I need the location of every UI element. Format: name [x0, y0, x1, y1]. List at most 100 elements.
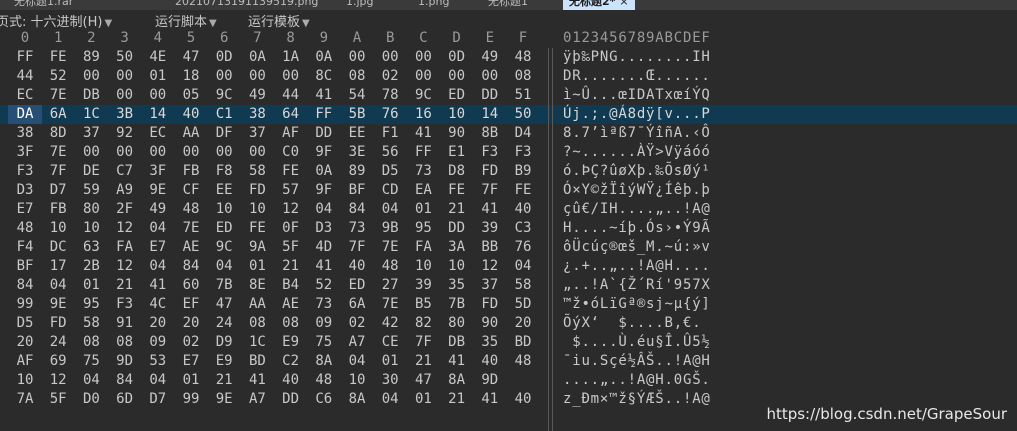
hex-byte[interactable]: 3A [440, 238, 474, 257]
hex-byte[interactable]: 5F [274, 238, 308, 257]
hex-byte[interactable]: 0A [307, 48, 341, 67]
hex-byte[interactable]: F3 [473, 143, 507, 162]
hex-byte[interactable]: 04 [373, 390, 407, 409]
hex-byte[interactable]: 04 [506, 257, 540, 276]
hex-byte[interactable]: DC [41, 238, 75, 257]
hex-byte[interactable]: 7E [41, 143, 75, 162]
hex-byte[interactable]: 39 [406, 276, 440, 295]
hex-byte[interactable]: 9F [307, 181, 341, 200]
hex-byte[interactable]: 50 [108, 48, 142, 67]
hex-byte[interactable]: 12 [108, 219, 142, 238]
hex-byte[interactable]: 12 [41, 371, 75, 390]
hex-byte[interactable]: 58 [74, 314, 108, 333]
hex-byte[interactable]: D7 [41, 181, 75, 200]
hex-byte[interactable]: 41 [473, 200, 507, 219]
hex-byte[interactable]: 9D [108, 352, 142, 371]
hex-byte[interactable]: FE [240, 219, 274, 238]
hex-byte[interactable]: 9D [473, 371, 507, 390]
hex-byte[interactable]: 01 [406, 200, 440, 219]
ascii-text[interactable]: ....„..!A@H.0GŠ. [563, 371, 711, 390]
hex-byte[interactable]: 49 [473, 48, 507, 67]
hex-byte[interactable]: E7 [8, 200, 42, 219]
hex-byte[interactable]: 8D [41, 124, 75, 143]
hex-byte[interactable]: 52 [41, 67, 75, 86]
hex-byte[interactable]: FE [41, 48, 75, 67]
hex-byte[interactable]: 30 [373, 371, 407, 390]
hex-byte[interactable]: 00 [406, 48, 440, 67]
hex-byte[interactable]: F3 [8, 162, 42, 181]
hex-byte[interactable]: 08 [506, 67, 540, 86]
hex-row[interactable]: 48 10 10 12 04 7E ED FE 0F D3 73 9B 95 DD 39 C3 H....~íþ… [0, 219, 1017, 238]
hex-byte[interactable]: 0A [240, 48, 274, 67]
hex-byte[interactable]: 44 [274, 86, 308, 105]
hex-byte[interactable]: 4C [141, 295, 175, 314]
hex-byte[interactable]: 12 [473, 257, 507, 276]
hex-byte[interactable]: CD [373, 181, 407, 200]
hex-byte[interactable]: 52 [307, 276, 341, 295]
hex-byte[interactable]: 37 [473, 276, 507, 295]
hex-byte[interactable]: 41 [141, 276, 175, 295]
hex-byte[interactable]: 01 [74, 276, 108, 295]
hex-byte[interactable]: D0 [74, 390, 108, 409]
ascii-text[interactable]: ôÜcúç®œš_M.~ú:»v [563, 238, 711, 257]
hex-byte[interactable]: 5D [506, 295, 540, 314]
hex-row[interactable]: D5 FD 58 91 20 20 24 08 08 09 02 42 82 80 90 20 ÕýX‘ $..… [0, 314, 1017, 333]
hex-byte[interactable]: 41 [307, 257, 341, 276]
hex-byte[interactable]: 9E [141, 181, 175, 200]
tab-untitled2[interactable]: 无标题2* × [563, 0, 635, 10]
format-dropdown[interactable]: 页式: 十六进制(H) ▼ [0, 11, 112, 30]
hex-byte[interactable]: F3 [506, 143, 540, 162]
hex-byte[interactable]: AE [174, 238, 208, 257]
hex-byte[interactable]: 8C [307, 67, 341, 86]
hex-byte[interactable]: 7A [8, 390, 42, 409]
hex-byte[interactable]: 04 [41, 276, 75, 295]
hex-byte[interactable]: 01 [240, 257, 274, 276]
hex-byte[interactable]: 14 [473, 105, 507, 124]
hex-byte[interactable]: 04 [307, 200, 341, 219]
hex-byte[interactable]: 20 [506, 314, 540, 333]
hex-byte[interactable]: 5F [41, 390, 75, 409]
hex-byte[interactable]: 00 [340, 48, 374, 67]
hex-byte[interactable]: 3F [8, 143, 42, 162]
hex-byte[interactable]: DD [307, 124, 341, 143]
hex-byte[interactable]: E7 [141, 238, 175, 257]
hex-byte[interactable]: F4 [8, 238, 42, 257]
hex-row[interactable]: F3 7F DE C7 3F FB F8 58 FE 0A 89 D5 73 D8 FD B9 ó.ÞÇ?ûøX… [0, 162, 1017, 181]
hex-byte[interactable]: 42 [373, 314, 407, 333]
hex-byte[interactable]: 9C [406, 86, 440, 105]
hex-row[interactable]: 20 24 08 08 09 02 D9 1C E9 75 A7 CE 7F DB 35 BD $....Ù.… [0, 333, 1017, 352]
hex-byte[interactable]: 4D [307, 238, 341, 257]
tab-png[interactable]: 1.png [418, 0, 449, 7]
hex-byte[interactable]: 69 [41, 352, 75, 371]
hex-byte[interactable]: 18 [174, 67, 208, 86]
hex-byte[interactable]: C0 [274, 143, 308, 162]
hex-byte[interactable]: 00 [274, 67, 308, 86]
hex-byte[interactable]: DF [207, 124, 241, 143]
hex-byte[interactable]: 7E [373, 238, 407, 257]
hex-byte[interactable]: AF [8, 352, 42, 371]
hex-byte[interactable]: F1 [373, 124, 407, 143]
tab-untitled1[interactable]: 无标题1 [488, 0, 528, 7]
hex-byte[interactable]: BF [340, 181, 374, 200]
ascii-text[interactable]: „..!A`{Ž´Rí'957X [563, 276, 711, 295]
hex-byte[interactable]: 20 [8, 333, 42, 352]
hex-byte[interactable]: 64 [274, 105, 308, 124]
hex-byte[interactable]: 1A [274, 48, 308, 67]
hex-byte[interactable]: BF [8, 257, 42, 276]
hex-byte[interactable]: 04 [141, 371, 175, 390]
pane-separator[interactable] [548, 48, 553, 431]
hex-byte[interactable]: D5 [8, 314, 42, 333]
hex-byte[interactable]: 7E [373, 295, 407, 314]
hex-byte[interactable]: C1 [207, 105, 241, 124]
hex-byte[interactable]: 60 [174, 276, 208, 295]
hex-byte[interactable]: 51 [506, 86, 540, 105]
hex-byte[interactable]: A9 [108, 181, 142, 200]
hex-byte[interactable]: 21 [440, 200, 474, 219]
hex-byte[interactable]: 02 [174, 333, 208, 352]
hex-byte[interactable]: E9 [207, 352, 241, 371]
ascii-text[interactable]: ÕýX‘ $....B‚€. [563, 314, 711, 333]
hex-byte[interactable]: 41 [307, 86, 341, 105]
hex-byte[interactable]: 75 [307, 333, 341, 352]
hex-byte[interactable]: 21 [440, 390, 474, 409]
hex-byte[interactable]: 41 [406, 124, 440, 143]
